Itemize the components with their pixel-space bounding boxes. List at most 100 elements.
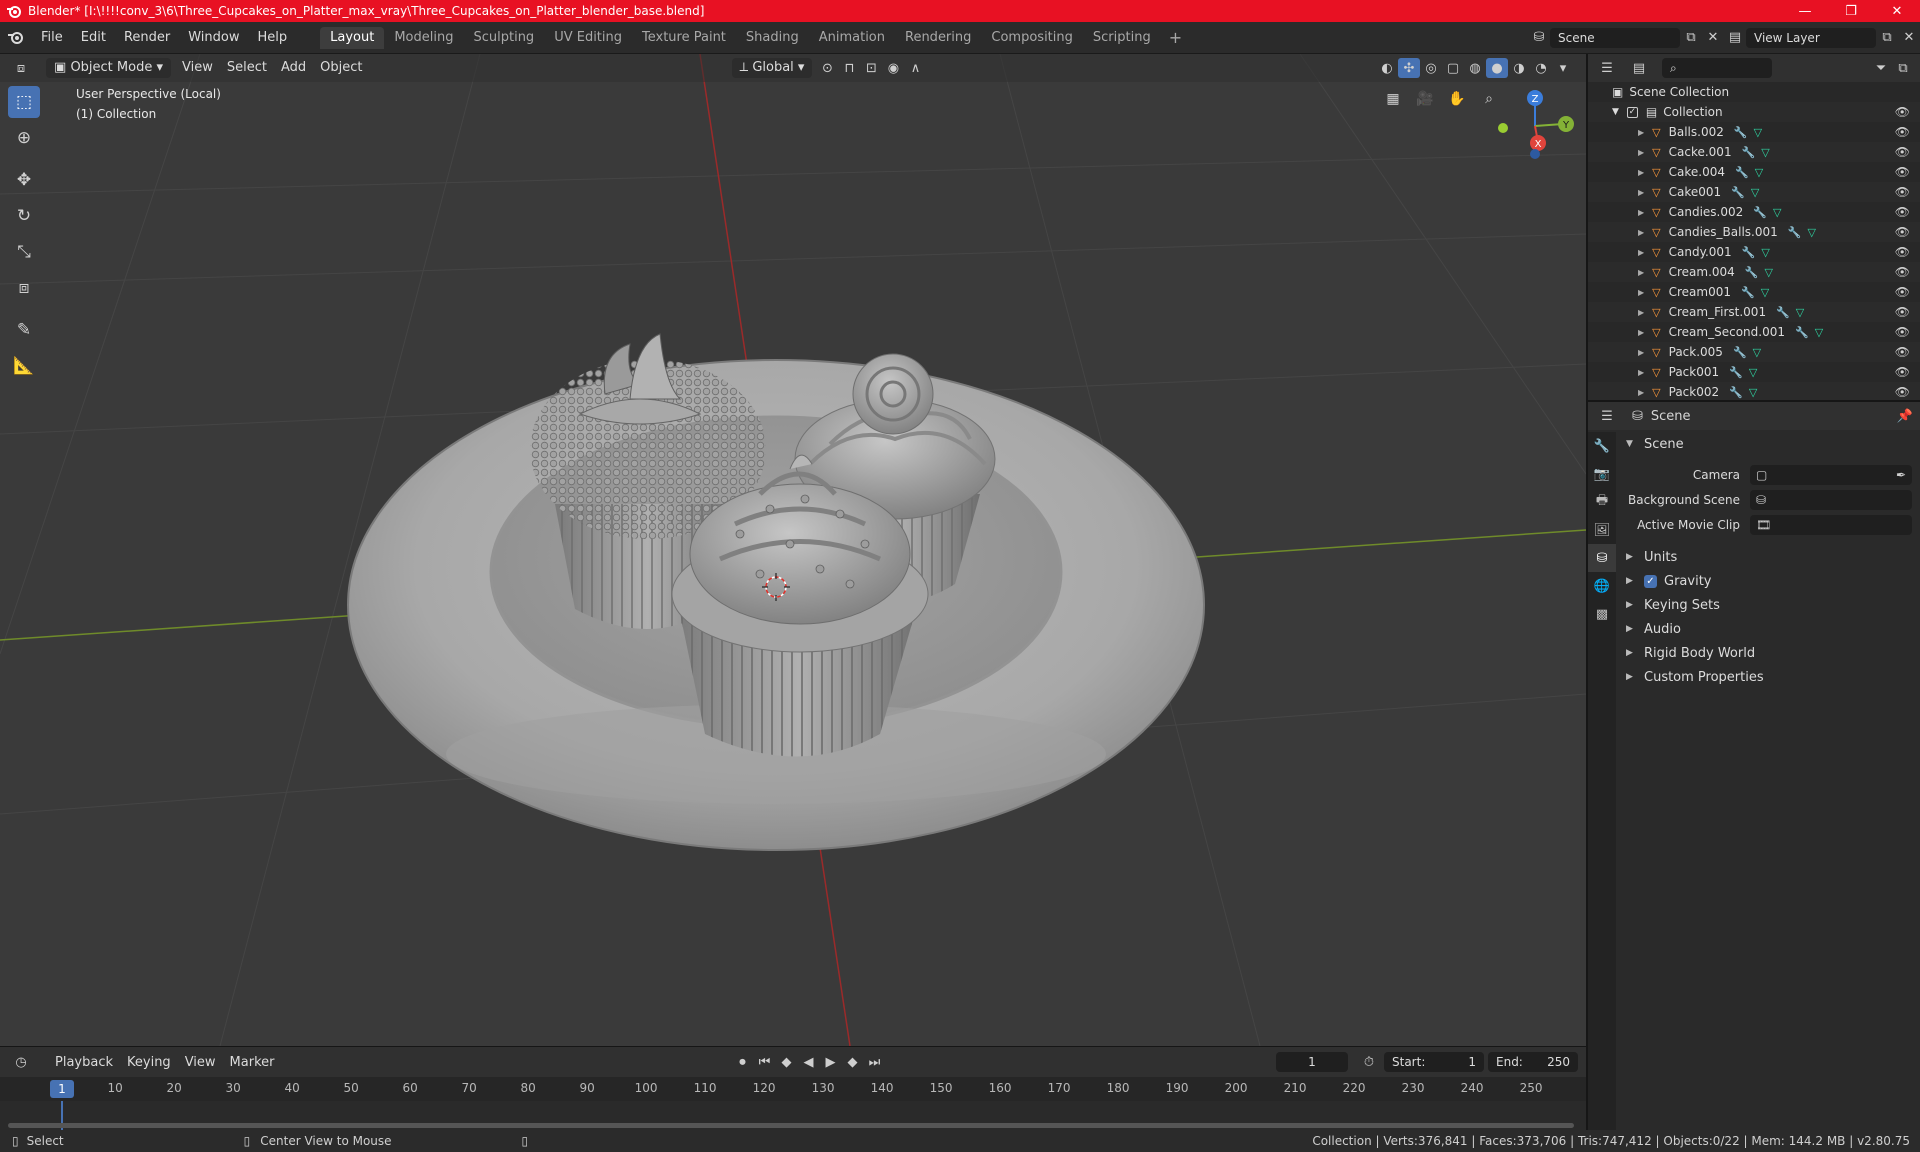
scene-icon[interactable]: ⛁ <box>1528 28 1550 48</box>
visibility-eye-icon[interactable]: 👁 <box>1895 145 1910 159</box>
menu-object[interactable]: Object <box>313 58 369 78</box>
falloff-icon[interactable]: ∧ <box>904 58 926 78</box>
expand-object-icon[interactable]: ▶ <box>1638 188 1644 197</box>
visibility-eye-icon[interactable]: 👁 <box>1895 365 1910 379</box>
expand-collection-icon[interactable]: ▼ <box>1612 107 1619 117</box>
modifier-icon[interactable]: 🔧 <box>1729 366 1743 379</box>
expand-object-icon[interactable]: ▶ <box>1638 368 1644 377</box>
tree-row-scene-collection[interactable]: ▣ Scene Collection <box>1588 82 1920 102</box>
viewport-scene[interactable]: Z Y X <box>0 54 1586 1046</box>
modifier-icon[interactable]: 🔧 <box>1741 286 1755 299</box>
rigid-body-world-panel[interactable]: ▶ Rigid Body World <box>1620 641 1918 665</box>
visibility-eye-icon[interactable]: 👁 <box>1895 205 1910 219</box>
new-scene-icon[interactable]: ⧉ <box>1680 28 1702 48</box>
gravity-panel[interactable]: ▶ ✓ Gravity <box>1620 569 1918 593</box>
expand-object-icon[interactable]: ▶ <box>1638 288 1644 297</box>
tab-scripting[interactable]: Scripting <box>1083 27 1161 49</box>
ortho-toggle-icon[interactable]: ▦ <box>1380 86 1406 112</box>
record-icon[interactable]: ⏺ <box>731 1052 753 1072</box>
proportional-edit-icon[interactable]: ◉ <box>882 58 904 78</box>
mesh-data-icon[interactable]: ▽ <box>1753 346 1761 359</box>
visibility-eye-icon[interactable]: 👁 <box>1895 325 1910 339</box>
display-mode-icon[interactable]: ▤ <box>1628 58 1650 78</box>
visibility-eye-icon[interactable]: 👁 <box>1895 245 1910 259</box>
gizmo-neg-z-icon[interactable] <box>1530 149 1540 159</box>
expand-object-icon[interactable]: ▶ <box>1638 308 1644 317</box>
mesh-data-icon[interactable]: ▽ <box>1796 306 1804 319</box>
tree-row-object[interactable]: ▶ ▽ Candy.001 🔧 ▽ 👁 <box>1588 242 1920 262</box>
pan-view-icon[interactable]: ✋ <box>1444 86 1470 112</box>
navigation-gizmo[interactable]: Z Y X <box>1498 90 1574 159</box>
rendered-shading-icon[interactable]: ◔ <box>1530 58 1552 78</box>
snap-target-icon[interactable]: ⊡ <box>860 58 882 78</box>
timeline-track[interactable] <box>0 1101 1586 1131</box>
audio-panel[interactable]: ▶ Audio <box>1620 617 1918 641</box>
tree-row-object[interactable]: ▶ ▽ Cream001 🔧 ▽ 👁 <box>1588 282 1920 302</box>
menu-file[interactable]: File <box>32 27 72 49</box>
transform-tool-icon[interactable]: ⧈ <box>8 272 40 304</box>
modifier-icon[interactable]: 🔧 <box>1735 166 1749 179</box>
mesh-data-icon[interactable]: ▽ <box>1815 326 1823 339</box>
menu-playback[interactable]: Playback <box>48 1055 120 1070</box>
background-scene-field[interactable]: ⛁ <box>1750 489 1912 510</box>
output-tab-icon[interactable]: 🖶 <box>1588 488 1616 516</box>
current-frame-indicator[interactable]: 1 <box>50 1080 74 1098</box>
expand-object-icon[interactable]: ▶ <box>1638 208 1644 217</box>
end-frame-field[interactable]: End: 250 <box>1488 1052 1578 1072</box>
pivot-point-icon[interactable]: ⊙ <box>816 58 838 78</box>
world-tab-icon[interactable]: 🌐 <box>1588 572 1616 600</box>
add-workspace-icon[interactable]: + <box>1161 28 1190 47</box>
visibility-eye-icon[interactable]: 👁 <box>1895 265 1910 279</box>
jump-start-icon[interactable]: ⏮ <box>753 1052 775 1072</box>
tool-tab-icon[interactable]: 🔧 <box>1588 432 1616 460</box>
close-button[interactable]: ✕ <box>1874 0 1920 22</box>
expand-object-icon[interactable]: ▶ <box>1638 248 1644 257</box>
tree-row-object[interactable]: ▶ ▽ Pack002 🔧 ▽ 👁 <box>1588 382 1920 402</box>
rotate-tool-icon[interactable]: ↻ <box>8 200 40 232</box>
jump-end-icon[interactable]: ⏭ <box>863 1052 885 1072</box>
blender-menu-icon[interactable] <box>0 27 32 49</box>
play-reverse-icon[interactable]: ◀ <box>797 1052 819 1072</box>
modifier-icon[interactable]: 🔧 <box>1734 126 1748 139</box>
menu-add[interactable]: Add <box>274 58 313 78</box>
menu-edit[interactable]: Edit <box>72 27 115 49</box>
visibility-eye-icon[interactable]: 👁 <box>1895 185 1910 199</box>
tree-row-object[interactable]: ▶ ▽ Cream_First.001 🔧 ▽ 👁 <box>1588 302 1920 322</box>
current-frame-field[interactable]: 1 <box>1276 1052 1348 1072</box>
modifier-icon[interactable]: 🔧 <box>1729 386 1743 399</box>
texture-tab-icon[interactable]: ▩ <box>1588 600 1616 628</box>
active-movie-clip-field[interactable]: 🎞 <box>1750 514 1912 535</box>
visibility-eye-icon[interactable]: 👁 <box>1895 165 1910 179</box>
zoom-view-icon[interactable]: ⌕ <box>1476 86 1502 112</box>
tree-row-object[interactable]: ▶ ▽ Candies_Balls.001 🔧 ▽ 👁 <box>1588 222 1920 242</box>
scene-selector[interactable]: Scene <box>1550 27 1680 48</box>
menu-select[interactable]: Select <box>220 58 274 78</box>
maximize-button[interactable]: ❐ <box>1828 0 1874 22</box>
gravity-checkbox[interactable]: ✓ <box>1644 574 1657 588</box>
tab-layout[interactable]: Layout <box>320 26 385 49</box>
measure-tool-icon[interactable]: 📐 <box>8 350 40 382</box>
material-shading-icon[interactable]: ◑ <box>1508 58 1530 78</box>
expand-object-icon[interactable]: ▶ <box>1638 328 1644 337</box>
mesh-data-icon[interactable]: ▽ <box>1761 246 1769 259</box>
modifier-icon[interactable]: 🔧 <box>1745 266 1759 279</box>
new-collection-icon[interactable]: ⧉ <box>1892 58 1914 78</box>
tab-sculpting[interactable]: Sculpting <box>463 27 544 49</box>
transform-orientation-selector[interactable]: ⟂ Global ▾ <box>731 58 813 78</box>
filter-icon[interactable]: ⏷ <box>1870 58 1892 78</box>
tree-row-object[interactable]: ▶ ▽ Balls.002 🔧 ▽ 👁 <box>1588 122 1920 142</box>
pin-icon[interactable]: 📌 <box>1894 406 1916 426</box>
modifier-icon[interactable]: 🔧 <box>1742 246 1756 259</box>
mesh-data-icon[interactable]: ▽ <box>1761 146 1769 159</box>
visibility-eye-icon[interactable]: 👁 <box>1895 285 1910 299</box>
start-frame-field[interactable]: Start: 1 <box>1384 1052 1484 1072</box>
mesh-data-icon[interactable]: ▽ <box>1761 286 1769 299</box>
collection-checkbox[interactable]: ✓ <box>1626 106 1638 118</box>
visibility-eye-icon[interactable]: 👁 <box>1895 385 1910 399</box>
expand-object-icon[interactable]: ▶ <box>1638 228 1644 237</box>
modifier-icon[interactable]: 🔧 <box>1731 186 1745 199</box>
mesh-data-icon[interactable]: ▽ <box>1807 226 1815 239</box>
mesh-data-icon[interactable]: ▽ <box>1754 126 1762 139</box>
visibility-icon[interactable]: ◐ <box>1376 58 1398 78</box>
tab-texture-paint[interactable]: Texture Paint <box>632 27 736 49</box>
